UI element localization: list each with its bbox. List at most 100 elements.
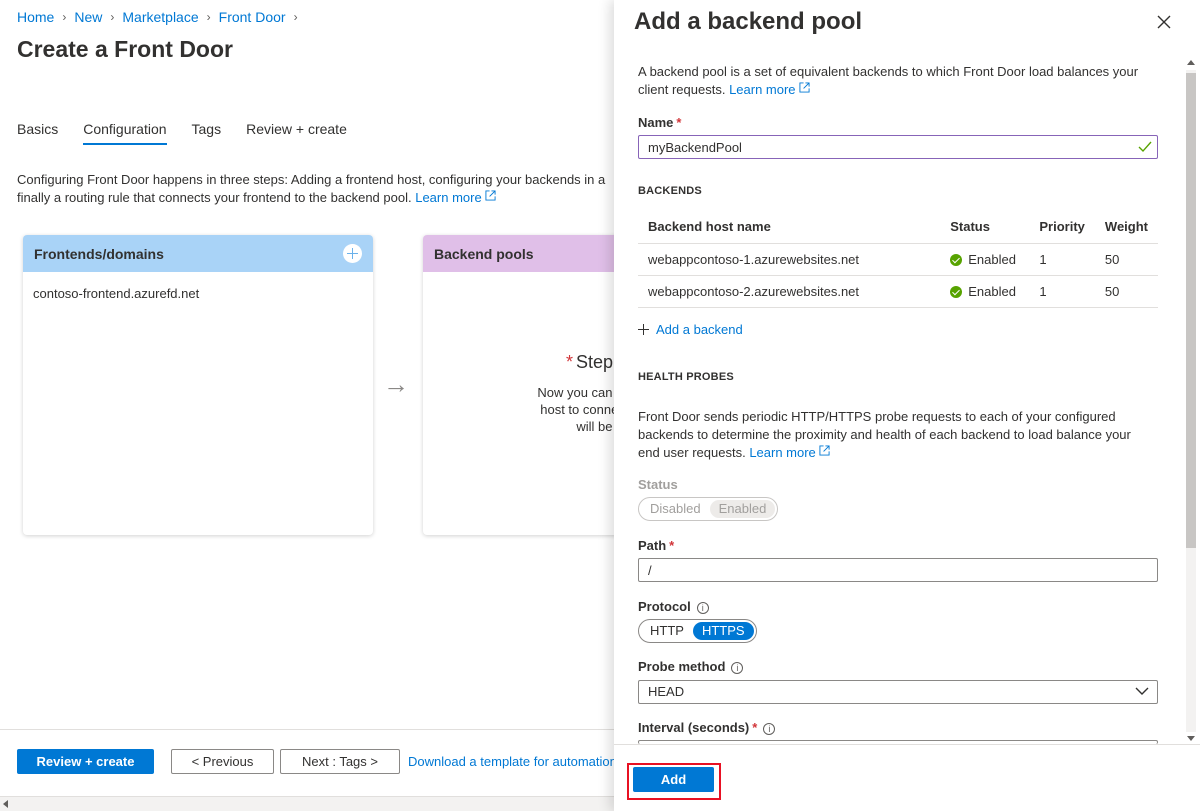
protocol-label-text: Protocol: [638, 599, 691, 614]
breadcrumb-marketplace[interactable]: Marketplace: [122, 9, 198, 25]
table-row[interactable]: webappcontoso-2.azurewebsites.net Enable…: [638, 275, 1158, 308]
external-link-icon: [819, 445, 830, 456]
protocol-toggle[interactable]: HTTP HTTPS: [638, 619, 757, 643]
probe-method-value: HEAD: [648, 684, 685, 699]
backend-priority: 1: [1029, 243, 1095, 276]
panel-vertical-scrollbar[interactable]: [1182, 58, 1200, 744]
table-header-row: Backend host name Status Priority Weight: [638, 210, 1158, 244]
close-icon[interactable]: [1156, 14, 1172, 30]
backend-host: webappcontoso-2.azurewebsites.net: [638, 275, 941, 308]
panel-learn-more-link[interactable]: Learn more: [729, 82, 810, 97]
probe-method-label: Probe method i: [638, 659, 744, 674]
health-probes-description: Front Door sends periodic HTTP/HTTPS pro…: [638, 408, 1158, 462]
health-learn-more-link[interactable]: Learn more: [749, 445, 830, 460]
health-learn-more-label: Learn more: [749, 445, 816, 460]
panel-footer: Add: [614, 744, 1200, 811]
frontends-card-header: Frontends/domains: [23, 235, 373, 272]
chevron-right-icon: ›: [206, 10, 211, 24]
backend-status: Enabled: [940, 243, 1030, 276]
tab-configuration[interactable]: Configuration: [83, 121, 167, 145]
intro-line-1: Configuring Front Door happens in three …: [17, 172, 606, 187]
frontend-item[interactable]: contoso-frontend.azurefd.net: [23, 272, 373, 315]
add-backend-link[interactable]: Add a backend: [638, 322, 743, 337]
column-header-weight: Weight: [1094, 210, 1158, 244]
add-backend-label: Add a backend: [656, 322, 743, 337]
table-row[interactable]: webappcontoso-1.azurewebsites.net Enable…: [638, 243, 1158, 276]
scrollbar-thumb[interactable]: [1186, 73, 1196, 548]
chevron-right-icon: ›: [293, 10, 298, 24]
chevron-down-icon: [1135, 687, 1149, 695]
previous-button[interactable]: < Previous: [171, 749, 274, 774]
backends-heading: BACKENDS: [638, 185, 702, 197]
add-backend-pool-panel: Add a backend pool A backend pool is a s…: [614, 0, 1200, 811]
configuration-intro: Configuring Front Door happens in three …: [17, 171, 617, 207]
backend-status-text: Enabled: [968, 251, 1016, 267]
protocol-label: Protocol i: [638, 599, 709, 614]
page-title: Create a Front Door: [17, 36, 233, 62]
status-option-disabled: Disabled: [650, 501, 701, 516]
required-asterisk: *: [676, 115, 682, 130]
panel-learn-more-label: Learn more: [729, 82, 796, 97]
next-tags-button[interactable]: Next : Tags >: [280, 749, 400, 774]
name-label: Name *: [638, 115, 681, 130]
protocol-option-http[interactable]: HTTP: [641, 622, 693, 640]
scroll-left-icon[interactable]: [3, 800, 8, 808]
column-header-status: Status: [940, 210, 1030, 244]
external-link-icon: [485, 190, 496, 201]
tab-basics[interactable]: Basics: [17, 121, 58, 145]
name-input[interactable]: [638, 135, 1158, 159]
breadcrumb: Home › New › Marketplace › Front Door ›: [17, 9, 306, 25]
column-header-host: Backend host name: [638, 210, 941, 244]
intro-line-2-text: finally a routing rule that connects you…: [17, 190, 412, 205]
panel-description: A backend pool is a set of equivalent ba…: [638, 63, 1158, 99]
panel-description-line-2-text: client requests.: [638, 82, 726, 97]
backend-status: Enabled: [940, 275, 1030, 308]
breadcrumb-front-door[interactable]: Front Door: [219, 9, 286, 25]
panel-title: Add a backend pool: [634, 8, 863, 35]
status-option-enabled: Enabled: [709, 500, 776, 518]
path-label: Path *: [638, 538, 674, 553]
breadcrumb-home[interactable]: Home: [17, 9, 54, 25]
backend-priority: 1: [1029, 275, 1095, 308]
backend-status-text: Enabled: [968, 283, 1016, 299]
name-label-text: Name: [638, 115, 674, 130]
protocol-option-https[interactable]: HTTPS: [692, 622, 754, 640]
interval-label-text: Interval (seconds): [638, 720, 750, 735]
tab-review-create[interactable]: Review + create: [246, 121, 347, 145]
backend-host: webappcontoso-1.azurewebsites.net: [638, 243, 941, 276]
intro-learn-more-link[interactable]: Learn more: [415, 190, 496, 205]
info-icon[interactable]: i: [731, 662, 744, 674]
arrow-right-icon: →: [383, 369, 409, 399]
scroll-up-icon[interactable]: [1187, 60, 1195, 65]
frontends-card-title: Frontends/domains: [34, 245, 164, 262]
required-asterisk: *: [669, 538, 675, 553]
horizontal-scrollbar[interactable]: [0, 796, 614, 811]
backend-weight: 50: [1094, 243, 1158, 276]
info-icon[interactable]: i: [763, 723, 776, 735]
checkmark-icon: [1138, 141, 1152, 153]
tab-tags[interactable]: Tags: [192, 121, 222, 145]
download-template-link[interactable]: Download a template for automation: [408, 754, 614, 769]
add-frontend-icon[interactable]: [343, 244, 362, 263]
path-input[interactable]: [638, 558, 1158, 582]
intro-learn-more-label: Learn more: [415, 190, 482, 205]
add-button[interactable]: Add: [633, 767, 714, 792]
review-create-button[interactable]: Review + create: [17, 749, 154, 774]
scroll-down-icon[interactable]: [1187, 736, 1195, 741]
interval-label: Interval (seconds) * i: [638, 720, 776, 735]
info-icon[interactable]: i: [696, 602, 709, 614]
health-desc-line-1: Front Door sends periodic HTTP/HTTPS pro…: [638, 409, 1116, 424]
breadcrumb-new[interactable]: New: [74, 9, 102, 25]
required-asterisk: *: [752, 720, 758, 735]
intro-line-2: finally a routing rule that connects you…: [17, 189, 617, 207]
wizard-tabs: Basics Configuration Tags Review + creat…: [17, 121, 372, 145]
external-link-icon: [799, 82, 810, 93]
backend-weight: 50: [1094, 275, 1158, 308]
probe-method-dropdown[interactable]: HEAD: [638, 680, 1158, 704]
status-label: Status: [638, 477, 678, 492]
probe-method-label-text: Probe method: [638, 659, 726, 674]
panel-description-line-1: A backend pool is a set of equivalent ba…: [638, 64, 1139, 79]
enabled-status-icon: [950, 285, 963, 298]
backends-table: Backend host name Status Priority Weight…: [638, 210, 1158, 308]
backend-pools-card-title: Backend pools: [434, 245, 534, 262]
